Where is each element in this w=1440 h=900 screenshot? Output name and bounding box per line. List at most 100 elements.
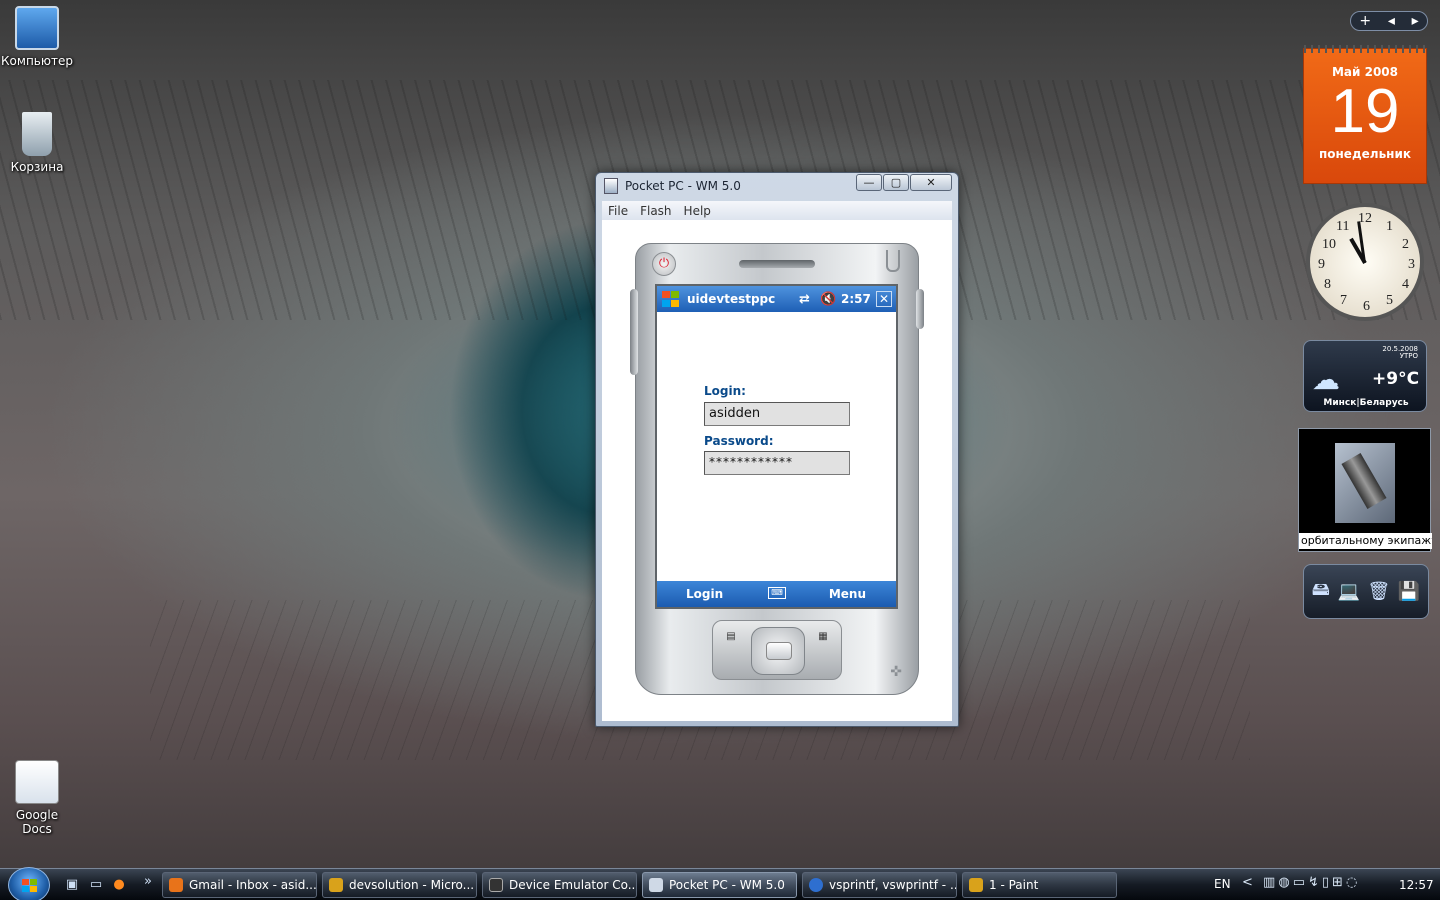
floppy-icon[interactable]: 💾 bbox=[1398, 581, 1420, 602]
calendar-weekday: понедельник bbox=[1318, 147, 1411, 161]
switch-windows-icon[interactable]: ▭ bbox=[88, 877, 104, 893]
minimize-button[interactable]: — bbox=[856, 174, 882, 191]
firefox-icon[interactable]: ● bbox=[111, 877, 127, 893]
menu-softkey[interactable]: Menu bbox=[829, 587, 866, 601]
help-icon bbox=[809, 878, 823, 892]
language-indicator[interactable]: EN bbox=[1214, 877, 1231, 891]
desktop-icon-label: Google Docs bbox=[15, 808, 59, 836]
tray-device-icon[interactable]: ▯ bbox=[1322, 875, 1332, 890]
login-input[interactable]: asidden bbox=[704, 402, 850, 426]
clock-number: 4 bbox=[1402, 277, 1409, 292]
calendar-gadget[interactable]: Май 2008 19 понедельник bbox=[1303, 45, 1427, 184]
clock-number: 9 bbox=[1318, 257, 1325, 272]
emulator-window[interactable]: Pocket PC - WM 5.0 — ▢ ✕ File Flash Help… bbox=[595, 172, 959, 727]
desktop-icon-google-docs[interactable]: Google Docs bbox=[0, 760, 74, 836]
login-softkey[interactable]: Login bbox=[686, 587, 723, 601]
power-button[interactable]: ⏻ bbox=[652, 252, 676, 276]
taskbar-item-gmail[interactable]: Gmail - Inbox - asid... bbox=[162, 872, 317, 898]
tray-app-icon[interactable]: ◍ bbox=[1278, 875, 1292, 890]
window-title: Pocket PC - WM 5.0 bbox=[625, 179, 741, 193]
taskbar-item-devsolution[interactable]: devsolution - Micro... bbox=[322, 872, 477, 898]
clock-number: 3 bbox=[1408, 257, 1415, 272]
firefox-icon bbox=[169, 878, 183, 892]
tray-expand-button[interactable]: < bbox=[1242, 875, 1256, 890]
tray-volume-icon[interactable]: ◌ bbox=[1346, 875, 1360, 890]
device-clock[interactable]: 2:57 bbox=[841, 292, 871, 306]
calendar-rings bbox=[1304, 45, 1426, 53]
tray-network-icon[interactable]: ▥ bbox=[1263, 875, 1278, 890]
clock-number: 5 bbox=[1386, 293, 1393, 308]
clock-gadget[interactable]: 12 1 2 3 4 5 6 7 8 9 10 11 bbox=[1303, 200, 1427, 324]
clock-number: 2 bbox=[1402, 237, 1409, 252]
visual-studio-icon bbox=[329, 878, 343, 892]
weather-temp: +9°C bbox=[1372, 369, 1420, 389]
tray-network2-icon[interactable]: ⊞ bbox=[1332, 875, 1346, 890]
contacts-hardkey-icon[interactable]: ▦ bbox=[815, 631, 831, 643]
trash-icon[interactable]: 🗑 bbox=[1367, 581, 1390, 602]
device-app-name: uidevtestppc bbox=[687, 292, 776, 306]
laptop-icon[interactable]: 💻 bbox=[1337, 581, 1359, 602]
menu-help[interactable]: Help bbox=[684, 204, 711, 218]
window-titlebar[interactable]: Pocket PC - WM 5.0 — ▢ ✕ bbox=[596, 173, 958, 199]
desktop-icon-label: Корзина bbox=[10, 160, 64, 174]
taskbar-item-label: Gmail - Inbox - asid... bbox=[189, 878, 317, 892]
dpad[interactable] bbox=[751, 627, 805, 675]
speaker-grille bbox=[739, 260, 815, 268]
taskbar-item-label: Pocket PC - WM 5.0 bbox=[669, 878, 785, 892]
recycle-bin-icon bbox=[22, 112, 52, 156]
taskbar-item-vsprintf[interactable]: vsprintf, vswprintf - ... bbox=[802, 872, 957, 898]
start-button[interactable] bbox=[8, 867, 50, 900]
menu-file[interactable]: File bbox=[608, 204, 628, 218]
taskbar-item-label: 1 - Paint bbox=[989, 878, 1039, 892]
tray-monitor-icon[interactable]: ▭ bbox=[1293, 875, 1308, 890]
calendar-hardkey-icon[interactable]: ▤ bbox=[723, 631, 739, 643]
clock-number: 11 bbox=[1336, 219, 1350, 234]
windows-logo-icon: ✜ bbox=[890, 664, 902, 680]
keyboard-icon[interactable]: ⌨ bbox=[768, 587, 786, 599]
maximize-button[interactable]: ▢ bbox=[883, 174, 909, 191]
tray-sync-icon[interactable]: ↯ bbox=[1308, 875, 1322, 890]
show-desktop-icon[interactable]: ▣ bbox=[64, 877, 80, 893]
satellite-photo bbox=[1335, 443, 1395, 523]
sidebar-controls: + ◂ ▸ bbox=[1350, 11, 1428, 31]
weather-date-block: 20.5.2008 УТРО bbox=[1382, 346, 1418, 360]
windows-start-icon[interactable] bbox=[661, 290, 681, 308]
slideshow-gadget[interactable]: орбитальному экипажу бо bbox=[1298, 428, 1432, 552]
connectivity-icon[interactable]: ⇄ bbox=[799, 292, 810, 307]
device-status-bar: uidevtestppc ⇄ 🔇 2:57 ✕ bbox=[657, 286, 896, 312]
password-input[interactable]: ************ bbox=[704, 451, 850, 475]
close-button[interactable]: ✕ bbox=[910, 174, 952, 191]
drive-icon[interactable]: 🖴 bbox=[1312, 577, 1330, 607]
computer-icon bbox=[15, 6, 59, 50]
weather-gadget[interactable]: 20.5.2008 УТРО ☁ +9°C Минск|Беларусь bbox=[1303, 340, 1427, 412]
add-gadget-button[interactable]: + bbox=[1359, 13, 1371, 29]
console-icon bbox=[489, 878, 503, 892]
volume-icon[interactable]: 🔇 bbox=[820, 292, 836, 307]
side-button-right[interactable] bbox=[916, 289, 924, 329]
taskbar: ▣ ▭ ● » Gmail - Inbox - asid... devsolut… bbox=[0, 867, 1440, 900]
taskbar-item-device-emulator[interactable]: Device Emulator Co... bbox=[482, 872, 637, 898]
desktop-icon-label: Компьютер bbox=[1, 54, 73, 68]
slideshow-caption: орбитальному экипажу бо bbox=[1299, 533, 1432, 549]
dpad-center-button[interactable] bbox=[766, 642, 792, 660]
clock-number: 1 bbox=[1386, 219, 1393, 234]
desktop-icon-recycle-bin[interactable]: Корзина bbox=[0, 112, 74, 174]
device-close-icon[interactable]: ✕ bbox=[876, 291, 892, 307]
login-label: Login: bbox=[704, 384, 746, 398]
windows-start-icon bbox=[22, 879, 38, 893]
quicklaunch-more-button[interactable]: » bbox=[140, 874, 156, 890]
side-button-left[interactable] bbox=[630, 289, 638, 375]
weather-period: УТРО bbox=[1399, 352, 1418, 360]
google-docs-icon bbox=[15, 760, 59, 804]
menu-bar: File Flash Help bbox=[602, 201, 952, 220]
prev-gadget-button[interactable]: ◂ bbox=[1388, 13, 1395, 29]
device-screen: uidevtestppc ⇄ 🔇 2:57 ✕ Login: asidden P… bbox=[655, 284, 898, 609]
taskbar-clock[interactable]: 12:57 bbox=[1399, 878, 1434, 892]
taskbar-item-pocket-pc[interactable]: Pocket PC - WM 5.0 bbox=[642, 872, 797, 898]
desktop-icon-computer[interactable]: Компьютер bbox=[0, 6, 74, 68]
calendar-day: 19 bbox=[1330, 77, 1400, 146]
taskbar-item-paint[interactable]: 1 - Paint bbox=[962, 872, 1117, 898]
menu-flash[interactable]: Flash bbox=[640, 204, 671, 218]
next-gadget-button[interactable]: ▸ bbox=[1412, 13, 1419, 29]
hardware-keys: ▤ ▦ bbox=[712, 620, 842, 680]
